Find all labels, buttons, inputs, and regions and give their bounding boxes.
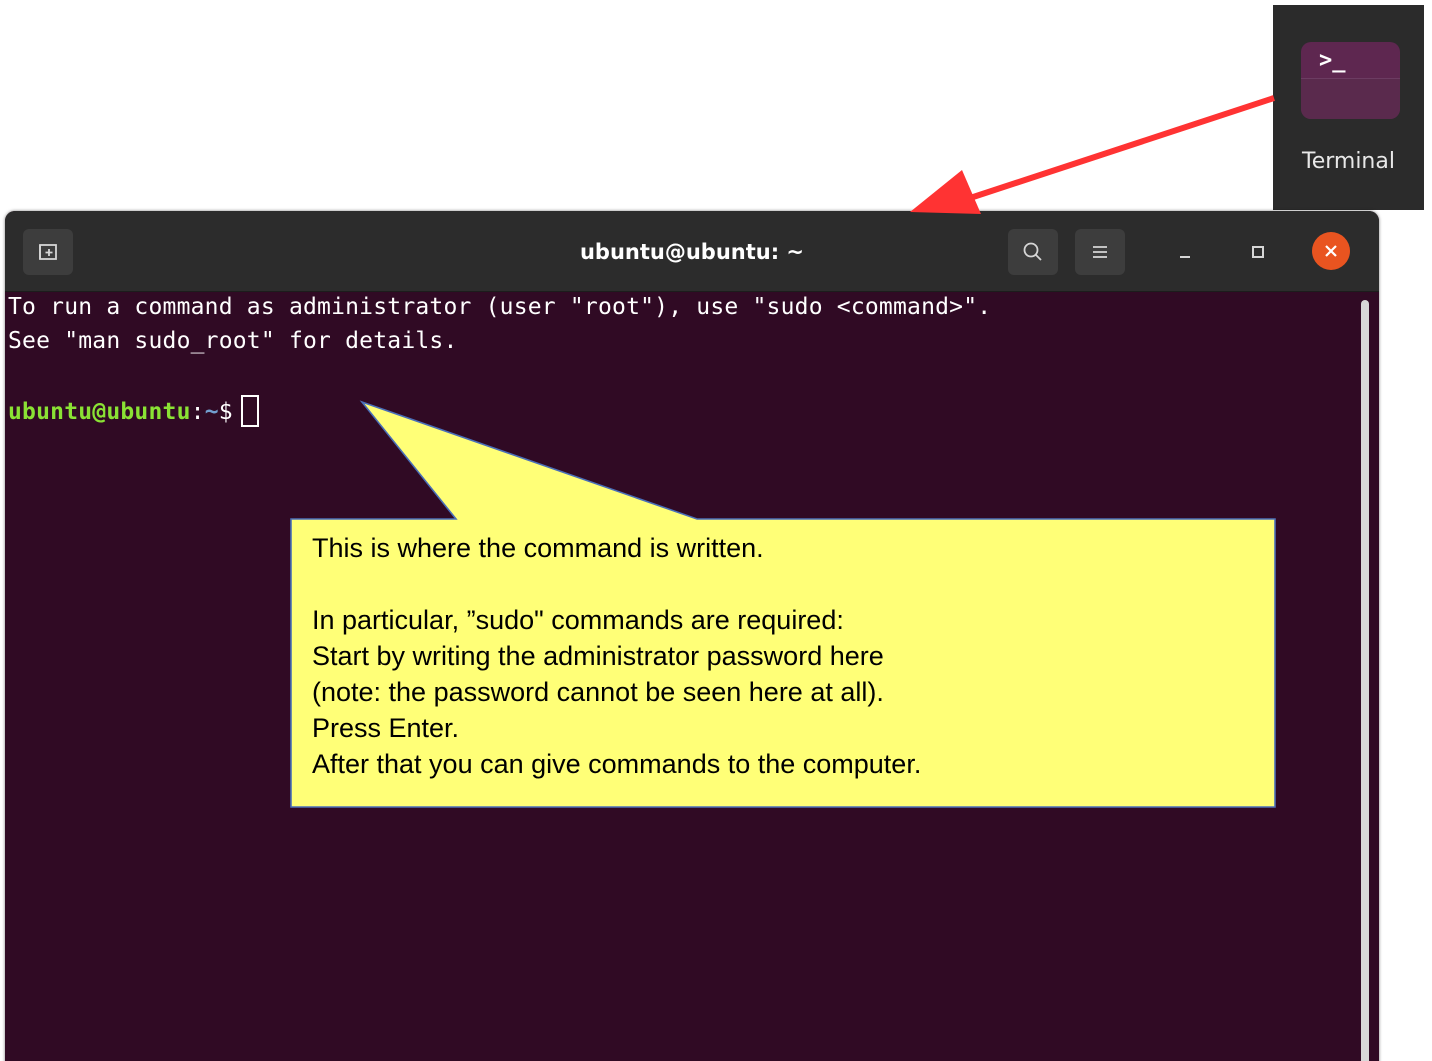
window-titlebar[interactable]: ubuntu@ubuntu: ~ [5, 211, 1379, 292]
scrollbar[interactable] [1361, 300, 1369, 1061]
menu-button[interactable] [1075, 229, 1125, 275]
text-cursor [240, 395, 259, 427]
search-icon [1023, 242, 1042, 261]
callout-line: This is where the command is written. [312, 533, 764, 563]
terminal-prompt-line[interactable]: ubuntu@ubuntu:~$ [8, 395, 259, 427]
terminal-prompt-glyph: >_ [1319, 48, 1346, 73]
terminal-launcher[interactable]: >_ Terminal [1273, 5, 1424, 210]
maximize-icon [1252, 246, 1264, 258]
callout-line: (note: the password cannot be seen here … [312, 677, 884, 707]
prompt-symbol: $ [218, 399, 233, 425]
new-tab-button[interactable] [23, 229, 73, 275]
close-button[interactable] [1312, 232, 1350, 270]
terminal-launcher-label: Terminal [1302, 149, 1395, 174]
minimize-icon [1180, 256, 1190, 258]
callout-line: After that you can give commands to the … [312, 749, 922, 779]
terminal-output-line: To run a command as administrator (user … [8, 294, 992, 320]
new-tab-icon [39, 244, 57, 260]
terminal-output-line: See "man sudo_root" for details. [8, 328, 458, 354]
prompt-path: ~ [204, 399, 219, 425]
callout-line: In particular, ”sudo" commands are requi… [312, 605, 844, 635]
annotation-arrow [957, 95, 1275, 205]
maximize-button[interactable] [1233, 229, 1283, 275]
search-button[interactable] [1008, 229, 1058, 275]
prompt-separator: : [190, 399, 205, 425]
annotation-arrowhead [910, 170, 981, 214]
hamburger-menu-icon [1093, 246, 1107, 258]
prompt-user-host: ubuntu@ubuntu [8, 399, 191, 425]
close-icon [1325, 245, 1337, 257]
minimize-button[interactable] [1160, 229, 1210, 275]
callout-line: Start by writing the administrator passw… [312, 641, 884, 671]
callout-line: Press Enter. [312, 713, 460, 743]
terminal-icon[interactable]: >_ [1301, 42, 1400, 119]
callout-line [312, 566, 1262, 602]
callout-text: This is where the command is written. In… [312, 530, 1262, 782]
